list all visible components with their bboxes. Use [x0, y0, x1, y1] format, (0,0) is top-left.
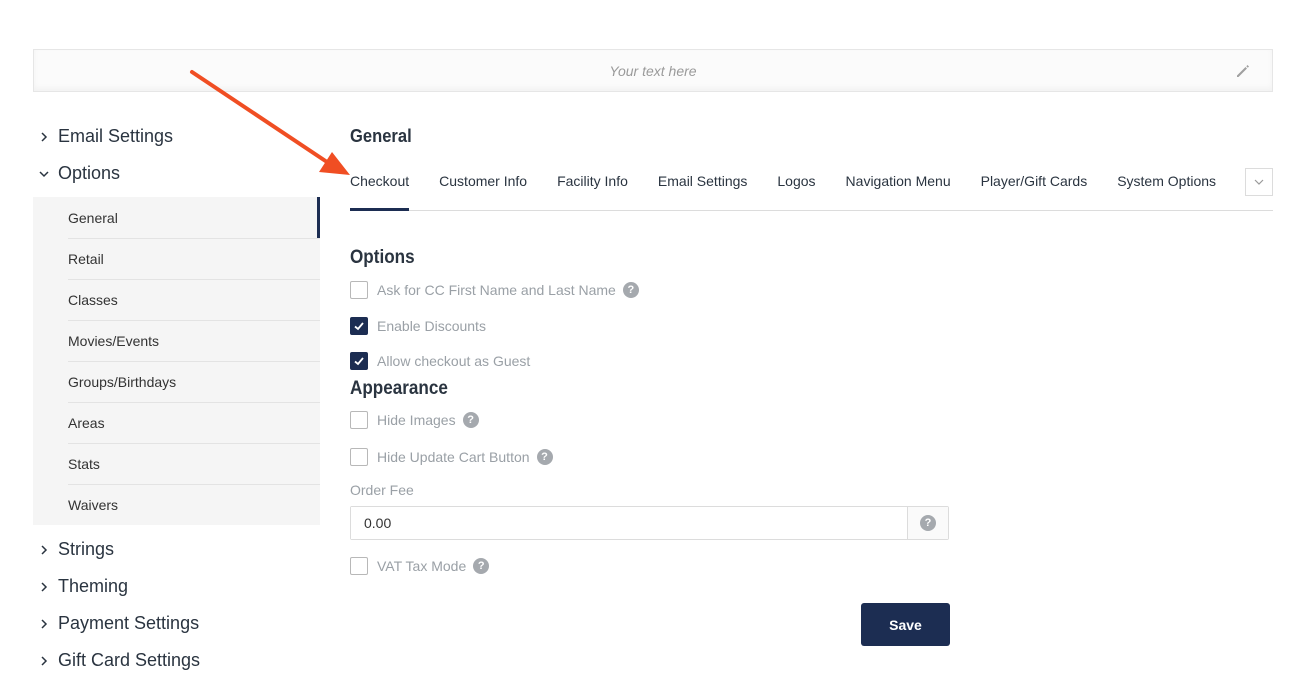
chevron-right-icon [33, 581, 55, 592]
option-enable-discounts[interactable]: Enable Discounts [350, 315, 1273, 337]
option-hide-images[interactable]: Hide Images ? [350, 409, 1273, 431]
sidebar-item-label: Classes [68, 291, 118, 308]
sidebar-section-label: Options [58, 163, 121, 183]
sidebar-item-movies-events[interactable]: Movies/Events [33, 320, 320, 361]
sidebar-item-label: General [68, 209, 118, 226]
sidebar-item-classes[interactable]: Classes [33, 279, 320, 320]
sidebar-item-general[interactable]: General [33, 197, 320, 238]
checkmark-icon [354, 322, 364, 331]
option-label: Enable Discounts [377, 318, 486, 334]
option-label: Hide Update Cart Button [377, 449, 530, 465]
checkbox-ask-cc-name[interactable] [350, 281, 368, 299]
options-submenu: General Retail Classes Movies/Events Gro… [33, 197, 320, 525]
sidebar-section-email-settings[interactable]: Email Settings [33, 118, 320, 155]
checkbox-guest-checkout[interactable] [350, 352, 368, 370]
more-tabs-button[interactable] [1245, 168, 1273, 196]
options-heading: Options [350, 247, 415, 268]
sidebar-item-label: Movies/Events [68, 332, 160, 349]
sidebar-item-retail[interactable]: Retail [33, 238, 320, 279]
settings-tabs: Checkout Customer Info Facility Info Ema… [350, 154, 1273, 211]
option-guest-checkout[interactable]: Allow checkout as Guest [350, 350, 1273, 372]
tab-customer-info[interactable]: Customer Info [439, 154, 527, 211]
checkbox-hide-update-cart[interactable] [350, 448, 368, 466]
sidebar-section-label: Payment Settings [58, 613, 200, 633]
main-content: General Checkout Customer Info Facility … [350, 118, 1273, 646]
tab-facility-info[interactable]: Facility Info [557, 154, 628, 211]
order-fee-label: Order Fee [350, 482, 414, 498]
tab-checkout[interactable]: Checkout [350, 154, 410, 211]
option-vat-tax-mode[interactable]: VAT Tax Mode ? [350, 555, 1273, 577]
checkmark-icon [354, 357, 364, 366]
sidebar-section-payment-settings[interactable]: Payment Settings [33, 605, 320, 642]
sidebar-section-theming[interactable]: Theming [33, 568, 320, 605]
chevron-right-icon [33, 655, 55, 666]
sidebar-section-gift-card-settings[interactable]: Gift Card Settings [33, 642, 320, 679]
option-label: Hide Images [377, 412, 456, 428]
order-fee-help[interactable]: ? [907, 507, 948, 539]
sidebar-item-label: Waivers [68, 496, 119, 513]
option-label: Ask for CC First Name and Last Name [377, 282, 616, 298]
chevron-right-icon [33, 131, 55, 142]
sidebar-section-label: Gift Card Settings [58, 650, 201, 670]
option-ask-cc-name[interactable]: Ask for CC First Name and Last Name ? [350, 279, 1273, 301]
help-icon[interactable]: ? [920, 515, 936, 531]
sidebar-item-stats[interactable]: Stats [33, 443, 320, 484]
appearance-heading: Appearance [350, 378, 448, 399]
sidebar-item-areas[interactable]: Areas [33, 402, 320, 443]
order-fee-input[interactable] [351, 507, 907, 539]
sidebar-item-groups-birthdays[interactable]: Groups/Birthdays [33, 361, 320, 402]
sidebar-item-label: Stats [68, 455, 100, 472]
settings-sidebar: Email Settings Options General Retail Cl… [33, 118, 320, 679]
tab-email-settings[interactable]: Email Settings [658, 154, 747, 211]
sidebar-section-strings[interactable]: Strings [33, 531, 320, 568]
help-icon[interactable]: ? [622, 282, 639, 298]
sidebar-item-label: Groups/Birthdays [68, 373, 177, 390]
chevron-right-icon [33, 618, 55, 629]
sidebar-item-waivers[interactable]: Waivers [33, 484, 320, 525]
help-icon[interactable]: ? [536, 449, 553, 465]
save-button[interactable]: Save [861, 603, 950, 646]
sidebar-section-label: Email Settings [58, 126, 174, 146]
sidebar-section-options[interactable]: Options [33, 155, 320, 192]
option-label: Allow checkout as Guest [377, 353, 531, 369]
sidebar-section-label: Strings [58, 539, 115, 559]
order-fee-group: ? [350, 506, 949, 540]
page-title: General [350, 126, 412, 146]
sidebar-item-label: Retail [68, 250, 104, 267]
sidebar-section-label: Theming [58, 576, 129, 596]
sidebar-item-label: Areas [68, 414, 105, 431]
tab-system-options[interactable]: System Options [1117, 154, 1216, 211]
checkbox-hide-images[interactable] [350, 411, 368, 429]
help-icon[interactable]: ? [473, 558, 490, 574]
pencil-edit-icon[interactable] [1234, 62, 1252, 80]
chevron-right-icon [33, 544, 55, 555]
chevron-down-icon [1254, 179, 1264, 185]
checkbox-enable-discounts[interactable] [350, 317, 368, 335]
help-icon[interactable]: ? [462, 412, 479, 428]
tab-logos[interactable]: Logos [777, 154, 815, 211]
tab-navigation-menu[interactable]: Navigation Menu [846, 154, 951, 211]
tab-player-gift-cards[interactable]: Player/Gift Cards [981, 154, 1088, 211]
checkbox-vat-tax-mode[interactable] [350, 557, 368, 575]
option-hide-update-cart[interactable]: Hide Update Cart Button ? [350, 446, 1273, 468]
chevron-down-icon [33, 169, 55, 179]
option-label: VAT Tax Mode [377, 558, 467, 574]
